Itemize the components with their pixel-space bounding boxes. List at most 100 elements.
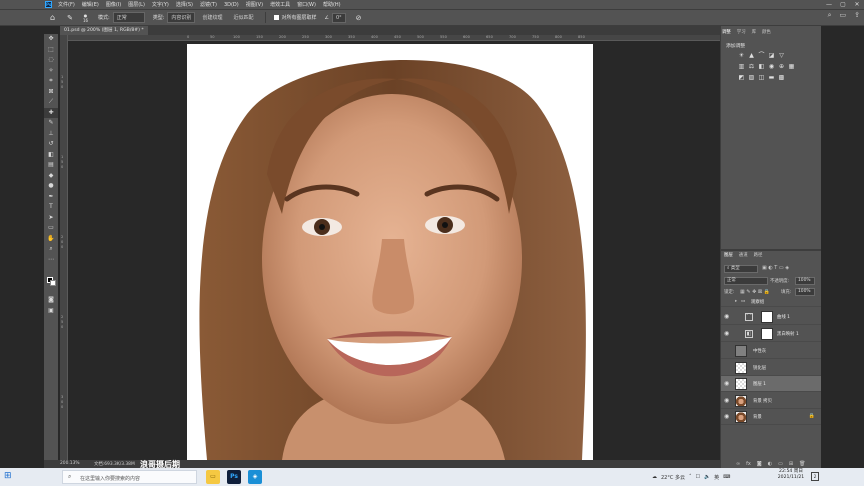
menu-select[interactable]: 选择(S) bbox=[176, 1, 193, 8]
type-create-texture-button[interactable]: 创建纹理 bbox=[198, 12, 227, 23]
visibility-eye-icon[interactable]: ◉ bbox=[724, 397, 729, 404]
menu-layer[interactable]: 图层(L) bbox=[128, 1, 145, 8]
opacity-input[interactable]: 100% bbox=[795, 277, 815, 285]
app-taskbar-icon[interactable]: ◈ bbox=[248, 470, 262, 484]
layer-row[interactable]: ◉ 背景 🔒 bbox=[721, 409, 821, 425]
menu-window[interactable]: 窗口(W) bbox=[297, 1, 316, 8]
vibrance-icon[interactable]: ▽ bbox=[778, 52, 785, 59]
quick-select-tool-icon[interactable]: ✧ bbox=[44, 66, 58, 77]
screen-mode-icon[interactable]: ▣ bbox=[44, 306, 58, 317]
tab-color[interactable]: 颜色 bbox=[762, 29, 771, 35]
workspace-icon[interactable]: ▭ bbox=[840, 11, 847, 20]
layer-filter-select[interactable]: ⌕ 类型 bbox=[724, 265, 758, 273]
menu-3d[interactable]: 3D(D) bbox=[224, 2, 239, 8]
mode-select[interactable]: 正常 bbox=[112, 12, 145, 23]
hand-tool-icon[interactable]: ✋ bbox=[44, 234, 58, 245]
maximize-icon[interactable]: ▢ bbox=[836, 0, 850, 9]
eyedropper-tool-icon[interactable]: ⟋ bbox=[44, 97, 58, 108]
color-balance-icon[interactable]: ⚖ bbox=[748, 63, 755, 70]
delete-layer-icon[interactable]: 🗑 bbox=[799, 461, 805, 467]
tab-adjustments[interactable]: 调整 bbox=[722, 29, 731, 35]
tab-paths[interactable]: 路径 bbox=[754, 252, 763, 258]
visibility-eye-icon[interactable]: ◉ bbox=[724, 413, 729, 420]
layer-mask-thumbnail[interactable] bbox=[761, 311, 773, 323]
type-content-aware-button[interactable]: 内容识别 bbox=[167, 12, 196, 23]
link-layers-icon[interactable]: ∞ bbox=[736, 461, 740, 467]
brightness-icon[interactable]: ☀ bbox=[738, 52, 745, 59]
tray-arrow-icon[interactable]: ˄ bbox=[689, 474, 692, 480]
visibility-eye-icon[interactable]: ◉ bbox=[724, 380, 729, 387]
zoom-tool-icon[interactable]: ⌕ bbox=[44, 244, 58, 255]
weather-text[interactable]: 22°C 多云 bbox=[661, 474, 685, 481]
type-tool-icon[interactable]: T bbox=[44, 202, 58, 213]
portrait-photo[interactable] bbox=[187, 44, 593, 460]
layer-row[interactable]: 锐化层 bbox=[721, 360, 821, 376]
menu-edit[interactable]: 编辑(E) bbox=[82, 1, 99, 8]
levels-icon[interactable]: ▲ bbox=[748, 52, 755, 59]
zoom-level[interactable]: 200.13% bbox=[60, 461, 80, 466]
brush-size-picker[interactable]: ● 16 bbox=[83, 13, 88, 23]
menu-file[interactable]: 文件(F) bbox=[58, 1, 75, 8]
curves-icon[interactable]: ⌒ bbox=[758, 52, 765, 59]
layer-mask-thumbnail[interactable] bbox=[761, 328, 773, 340]
spot-healing-tool-icon[interactable]: ✚ bbox=[44, 107, 58, 118]
invert-icon[interactable]: ◩ bbox=[738, 74, 745, 81]
photoshop-taskbar-icon[interactable]: Ps bbox=[227, 470, 241, 484]
menu-plugins[interactable]: 增效工具 bbox=[270, 1, 290, 8]
layer-filter-icons[interactable]: ▣ ◐ T ▭ ◈ bbox=[762, 265, 789, 271]
menu-image[interactable]: 图像(I) bbox=[106, 1, 121, 8]
more-tools-icon[interactable]: ⋯ bbox=[44, 255, 58, 266]
tab-layers[interactable]: 图层 bbox=[724, 252, 733, 258]
menu-help[interactable]: 帮助(H) bbox=[323, 1, 341, 8]
notification-icon[interactable]: 2 bbox=[811, 472, 819, 481]
type-proximity-button[interactable]: 近似匹配 bbox=[229, 12, 258, 23]
black-white-icon[interactable]: ◧ bbox=[758, 63, 765, 70]
group-arrow-icon[interactable]: ▸ bbox=[735, 299, 737, 304]
exposure-icon[interactable]: ◪ bbox=[768, 52, 775, 59]
spot-healing-brush-icon[interactable]: ✎ bbox=[67, 14, 73, 22]
background-color-swatch[interactable] bbox=[50, 280, 56, 286]
lock-icon[interactable]: 🔒 bbox=[809, 413, 815, 419]
layer-row[interactable]: ◉ ◧ 黑白映射 1 bbox=[721, 326, 821, 342]
tab-libraries[interactable]: 库 bbox=[752, 29, 756, 35]
history-brush-tool-icon[interactable]: ↺ bbox=[44, 139, 58, 150]
layer-row-selected[interactable]: ◉ 图层 1 bbox=[721, 376, 821, 392]
blur-tool-icon[interactable]: ◆ bbox=[44, 171, 58, 182]
layer-row[interactable]: ▸ ▭ 观察组 bbox=[721, 297, 821, 307]
new-adjustment-icon[interactable]: ◐ bbox=[768, 461, 772, 467]
taskbar-clock[interactable]: 22:54 周日 2021/11/21 bbox=[774, 469, 808, 481]
close-icon[interactable]: ✕ bbox=[850, 0, 864, 9]
posterize-icon[interactable]: ▨ bbox=[748, 74, 755, 81]
gradient-map-icon[interactable]: ▬ bbox=[768, 74, 775, 81]
layer-row[interactable]: ◉ 背景 拷贝 bbox=[721, 393, 821, 409]
add-mask-icon[interactable]: ◙ bbox=[757, 461, 762, 467]
volume-icon[interactable]: 🔈 bbox=[704, 474, 710, 480]
pressure-size-icon[interactable]: ⊘ bbox=[356, 14, 362, 22]
gradient-tool-icon[interactable]: ▤ bbox=[44, 160, 58, 171]
channel-mixer-icon[interactable]: ⊕ bbox=[778, 63, 785, 70]
fill-input[interactable]: 100% bbox=[795, 288, 815, 296]
ime-indicator[interactable]: 英 bbox=[714, 474, 719, 481]
path-select-tool-icon[interactable]: ➤ bbox=[44, 213, 58, 224]
document-tab[interactable]: 01.psd @ 200% (图层 1, RGB/8#) * × bbox=[60, 26, 148, 35]
lasso-tool-icon[interactable]: ◌ bbox=[44, 55, 58, 66]
keyboard-icon[interactable]: ⌨ bbox=[723, 474, 730, 480]
visibility-eye-icon[interactable]: ◉ bbox=[724, 330, 729, 337]
eraser-tool-icon[interactable]: ◧ bbox=[44, 150, 58, 161]
quick-mask-icon[interactable]: ◙ bbox=[44, 295, 58, 306]
clone-stamp-tool-icon[interactable]: ⊥ bbox=[44, 129, 58, 140]
move-tool-icon[interactable]: ✥ bbox=[44, 34, 58, 45]
minimize-icon[interactable]: — bbox=[822, 0, 836, 9]
color-lookup-icon[interactable]: ▦ bbox=[788, 63, 795, 70]
new-group-icon[interactable]: ▭ bbox=[778, 461, 783, 467]
new-layer-icon[interactable]: ⊞ bbox=[789, 461, 793, 467]
shape-tool-icon[interactable]: ▭ bbox=[44, 223, 58, 234]
search-icon[interactable]: ⌕ bbox=[828, 11, 832, 20]
selective-color-icon[interactable]: ▩ bbox=[778, 74, 785, 81]
angle-input[interactable]: 0° bbox=[331, 12, 346, 23]
visibility-eye-icon[interactable]: ◉ bbox=[724, 313, 729, 320]
lock-icons[interactable]: ▦ ✎ ✥ ⊠ 🔒 bbox=[740, 289, 770, 295]
tab-learn[interactable]: 学习 bbox=[737, 29, 746, 35]
windows-start-icon[interactable]: ⊞ bbox=[4, 471, 12, 482]
blend-mode-select[interactable]: 正常 bbox=[724, 277, 768, 285]
